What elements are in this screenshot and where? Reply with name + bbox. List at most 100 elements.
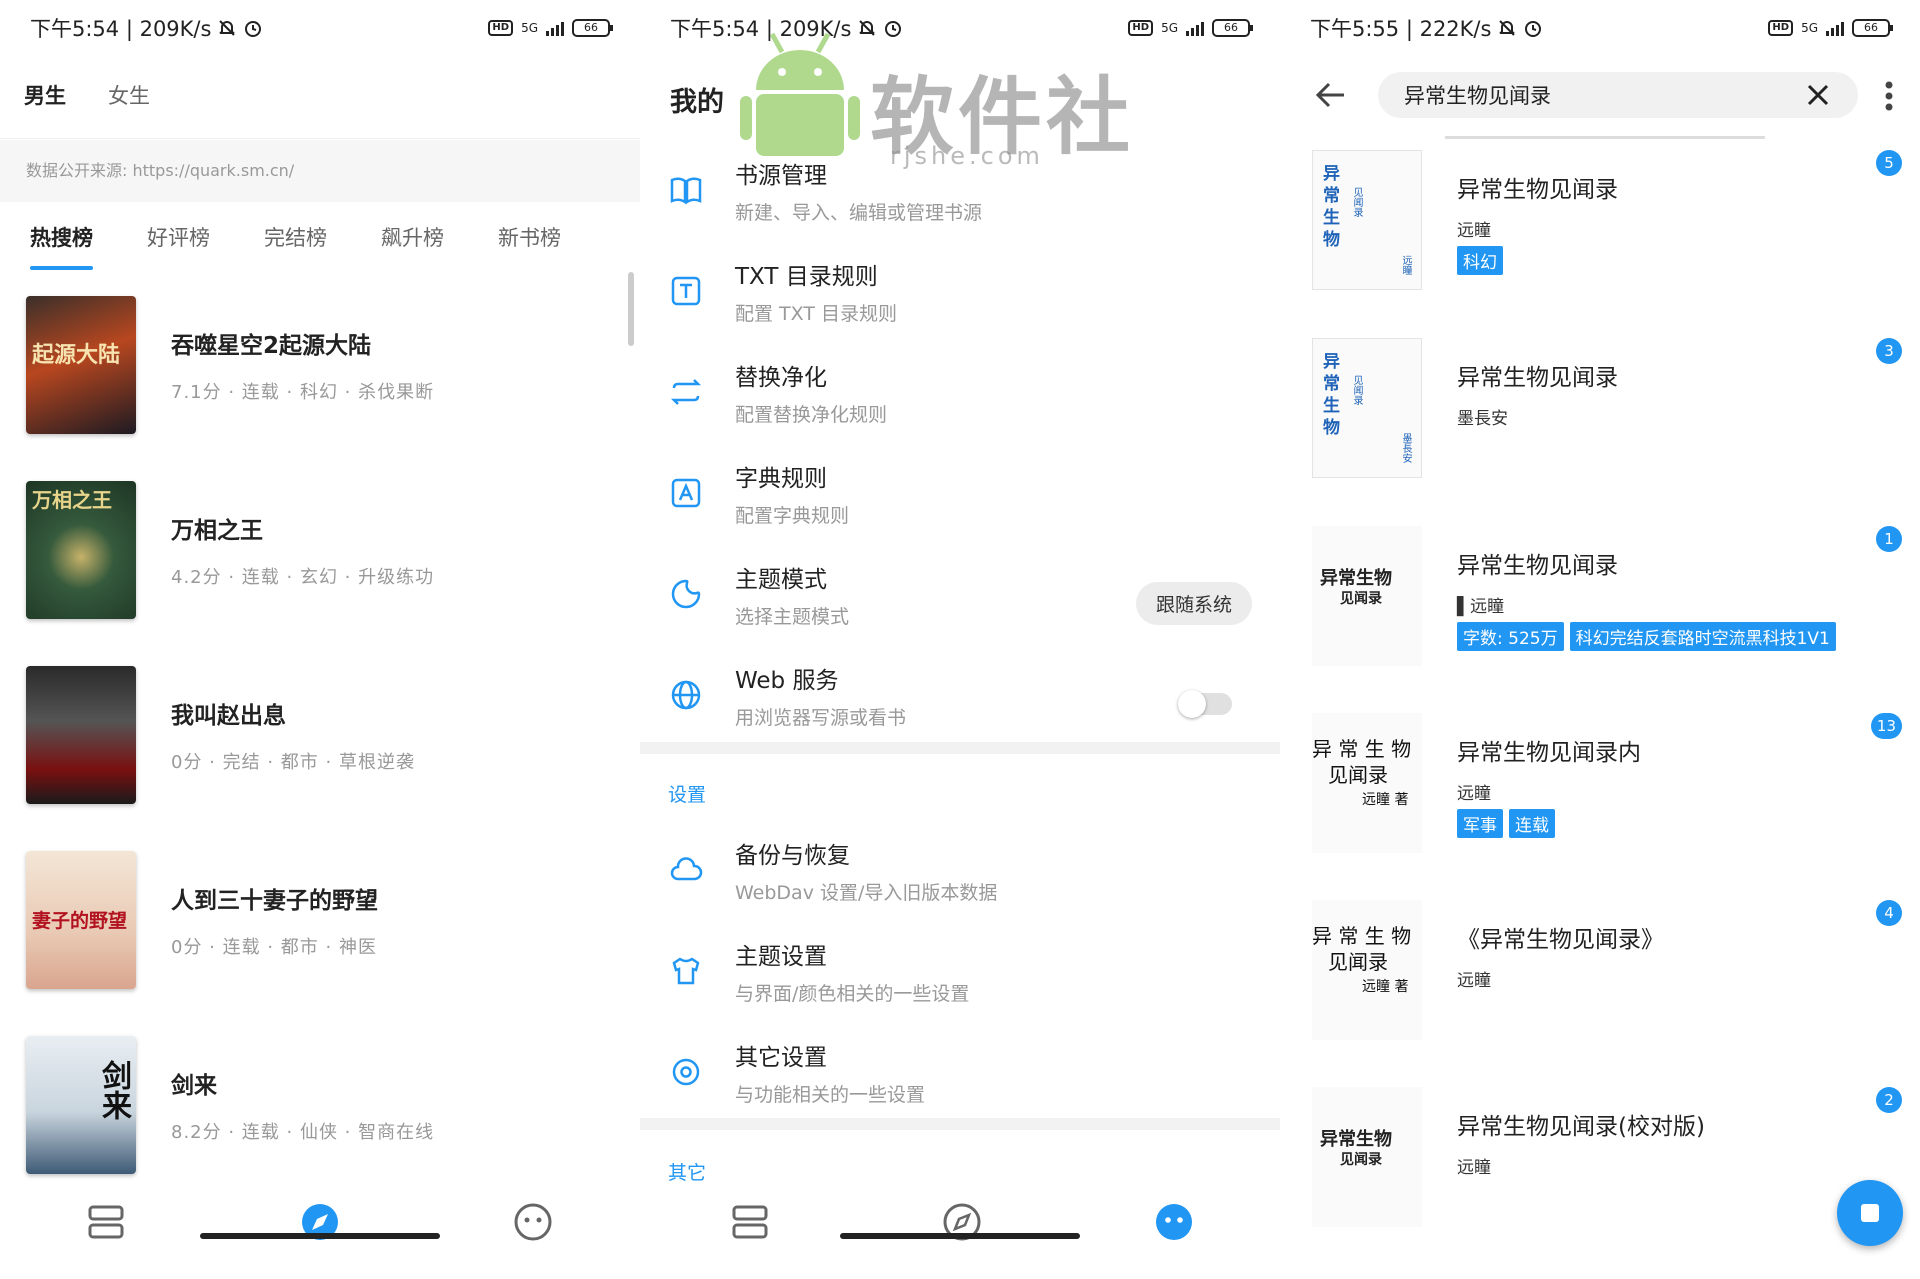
result-title: 异常生物见闻录 xyxy=(1457,177,1618,203)
network-label: 5G xyxy=(521,21,538,35)
web-service-toggle[interactable] xyxy=(1178,690,1232,718)
hd-icon: HD xyxy=(1768,20,1794,36)
book-item[interactable]: 剑来 剑来 8.2分 · 连载 · 仙侠 · 智商在线 xyxy=(26,1036,626,1176)
search-result[interactable]: 异常生物见闻录 远瞳 异常生物见闻录 远瞳 科幻 5 xyxy=(1312,150,1912,300)
theme-mode-select[interactable]: 跟随系统 xyxy=(1135,582,1252,625)
my-icon[interactable] xyxy=(513,1202,553,1242)
setting-theme[interactable]: 主题设置 与界面/颜色相关的一些设置 xyxy=(640,931,1280,1031)
cover-title: 异 常 生 物 xyxy=(1312,737,1412,761)
search-result[interactable]: 异常生物见闻录 墨長安 异常生物见闻录 墨長安 3 xyxy=(1312,338,1912,488)
result-tags: 军事 连载 xyxy=(1457,809,1555,838)
setting-txt-rules[interactable]: TXT 目录规则 配置 TXT 目录规则 xyxy=(640,251,1280,351)
battery-icon: 66 xyxy=(1852,19,1893,37)
network-label: 5G xyxy=(1801,21,1818,35)
my-icon[interactable] xyxy=(1154,1202,1194,1242)
result-author: 远瞳 xyxy=(1457,221,1491,241)
search-result[interactable]: 异 常 生 物见闻录 远瞳 著 《异常生物见闻录》 远瞳 4 xyxy=(1312,900,1912,1050)
tab-hot[interactable]: 热搜榜 xyxy=(30,222,93,270)
setting-theme-mode[interactable]: 主题模式 选择主题模式 跟随系统 xyxy=(640,554,1280,654)
page-title: 我的 xyxy=(670,87,724,118)
book-meta: 4.2分 · 连载 · 玄幻 · 升级练功 xyxy=(171,567,435,588)
signal-icon xyxy=(546,20,564,36)
tab-rated[interactable]: 好评榜 xyxy=(147,222,210,252)
mute-icon xyxy=(219,20,236,36)
bookshelf-icon[interactable] xyxy=(86,1204,126,1240)
cover-author: 墨長安 xyxy=(1400,433,1411,463)
book-title: 吞噬星空2起源大陆 xyxy=(171,333,372,359)
theme-mode-icon xyxy=(671,579,701,609)
signal-icon xyxy=(1186,20,1204,36)
search-result[interactable]: 异 常 生 物见闻录 远瞳 著 异常生物见闻录内 远瞳 军事 连载 13 xyxy=(1312,713,1912,863)
search-bar[interactable] xyxy=(1378,72,1858,118)
book-item[interactable]: 我叫赵出息 0分 · 完结 · 都市 · 草根逆袭 xyxy=(26,666,626,806)
setting-other[interactable]: 其它设置 与功能相关的一些设置 xyxy=(640,1032,1280,1132)
hd-icon: HD xyxy=(1128,20,1154,36)
result-author: 远瞳 xyxy=(1457,784,1491,804)
battery-icon: 66 xyxy=(1212,19,1253,37)
search-result[interactable]: 异常生物 见闻录 异常生物见闻录 ▌远瞳 字数: 525万 科幻完结反套路时空流黑科技1V… xyxy=(1312,526,1912,676)
book-open-icon xyxy=(670,177,702,205)
tab-new[interactable]: 新书榜 xyxy=(498,222,561,252)
cover-author: 远瞳 著 xyxy=(1362,979,1409,995)
cover-title: 异常生物 xyxy=(1320,1129,1392,1150)
clear-icon[interactable] xyxy=(1806,83,1830,107)
source-count-badge: 2 xyxy=(1876,1087,1902,1113)
cover-title: 异常生物 xyxy=(1320,568,1392,589)
setting-book-source[interactable]: 书源管理 新建、导入、编辑或管理书源 xyxy=(640,150,1280,250)
result-tag: 连载 xyxy=(1509,809,1555,838)
setting-dictionary[interactable]: 字典规则 配置字典规则 xyxy=(640,453,1280,553)
book-item[interactable]: 妻子的野望 人到三十妻子的野望 0分 · 连载 · 都市 · 神医 xyxy=(26,851,626,991)
source-count-badge: 4 xyxy=(1876,900,1902,926)
home-indicator[interactable] xyxy=(200,1233,440,1239)
alarm-icon xyxy=(245,21,262,37)
result-author: ▌远瞳 xyxy=(1457,597,1505,617)
result-title: 《异常生物见闻录》 xyxy=(1457,927,1664,953)
hd-icon: HD xyxy=(488,20,514,36)
result-tags: 科幻 xyxy=(1457,246,1503,275)
result-cover: 异常生物 见闻录 xyxy=(1312,1087,1422,1227)
result-title: 异常生物见闻录(校对版) xyxy=(1457,1114,1705,1140)
home-indicator[interactable] xyxy=(840,1233,1080,1239)
cover-subtitle: 见闻录 xyxy=(1340,591,1382,607)
book-meta: 0分 · 完结 · 都市 · 草根逆袭 xyxy=(171,752,415,773)
book-title: 剑来 xyxy=(171,1073,217,1099)
result-title: 异常生物见闻录内 xyxy=(1457,740,1641,766)
cover-subtitle: 见闻录 xyxy=(1351,187,1362,217)
status-time: 下午5:54 | 209K/s xyxy=(30,17,212,41)
setting-backup[interactable]: 备份与恢复 WebDav 设置/导入旧版本数据 xyxy=(640,830,1280,930)
more-menu-icon[interactable] xyxy=(1884,80,1894,112)
book-meta: 7.1分 · 连载 · 科幻 · 杀伐果断 xyxy=(171,382,435,403)
scrollbar[interactable] xyxy=(628,272,634,346)
back-arrow-icon[interactable] xyxy=(1314,80,1348,110)
source-count-badge: 5 xyxy=(1876,150,1902,176)
result-title: 异常生物见闻录 xyxy=(1457,365,1618,391)
setting-web-service[interactable]: Web 服务 用浏览器写源或看书 xyxy=(640,655,1280,755)
tab-female[interactable]: 女生 xyxy=(108,80,150,110)
tab-finished[interactable]: 完结榜 xyxy=(264,222,327,252)
stop-search-button[interactable] xyxy=(1837,1180,1903,1246)
result-cover: 异常生物见闻录 远瞳 xyxy=(1312,150,1422,290)
cover-title: 异 常 生 物 xyxy=(1312,924,1412,948)
result-author: 远瞳 xyxy=(1457,971,1491,991)
tab-rising[interactable]: 飙升榜 xyxy=(381,222,444,252)
book-item[interactable]: 万相之王 万相之王 4.2分 · 连载 · 玄幻 · 升级练功 xyxy=(26,481,626,621)
result-title: 异常生物见闻录 xyxy=(1457,553,1618,579)
status-bar: 下午5:54 | 209K/s HD 5G 66 xyxy=(0,0,640,56)
bookshelf-icon[interactable] xyxy=(730,1204,770,1240)
result-cover: 异常生物见闻录 xyxy=(1312,526,1422,666)
book-cover xyxy=(26,666,136,804)
result-author: 墨長安 xyxy=(1457,409,1508,429)
search-result[interactable]: 异常生物 见闻录 异常生物见闻录(校对版) 远瞳 2 xyxy=(1312,1087,1912,1237)
search-input[interactable] xyxy=(1404,80,1784,110)
cover-author: 远瞳 xyxy=(1400,255,1411,275)
book-item[interactable]: 起源大陆 吞噬星空2起源大陆 7.1分 · 连载 · 科幻 · 杀伐果断 xyxy=(26,296,626,436)
status-time: 下午5:55 | 222K/s xyxy=(1310,17,1492,41)
divider xyxy=(0,138,640,139)
setting-replace[interactable]: 替换净化 配置替换净化规则 xyxy=(640,352,1280,452)
tab-male[interactable]: 男生 xyxy=(24,80,66,110)
book-cover: 妻子的野望 xyxy=(26,851,136,989)
replace-icon xyxy=(670,379,702,405)
globe-icon xyxy=(671,680,701,710)
result-cover: 异常生物见闻录 墨長安 xyxy=(1312,338,1422,478)
section-divider xyxy=(640,742,1280,754)
